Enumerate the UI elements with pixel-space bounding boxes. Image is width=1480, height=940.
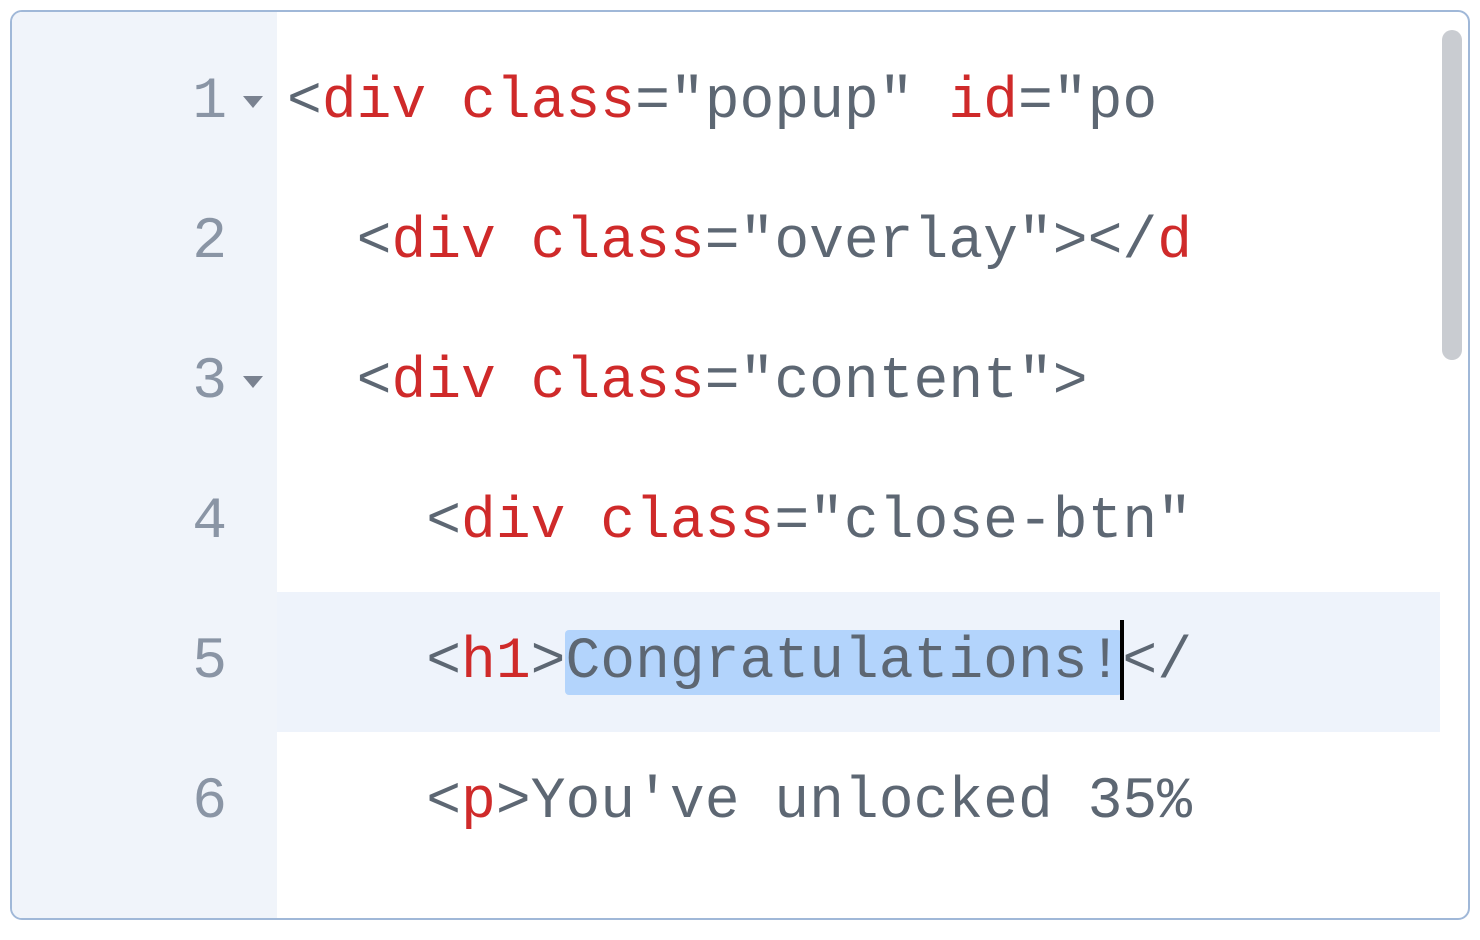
code-token: < — [357, 350, 392, 415]
code-token: = — [1018, 70, 1053, 135]
code-line[interactable]: <p>You've unlocked 35% — [277, 732, 1440, 872]
code-token: "content" — [740, 350, 1053, 415]
line-number[interactable]: 1 — [12, 32, 277, 172]
code-token: class — [531, 350, 705, 415]
line-number-text: 5 — [192, 630, 227, 695]
code-token: > — [1053, 210, 1088, 275]
code-token: "close-btn" — [809, 490, 1192, 555]
line-number-text: 4 — [192, 490, 227, 555]
code-line[interactable]: <div class="overlay"></d — [277, 172, 1440, 312]
code-token — [914, 70, 949, 135]
vertical-scrollbar[interactable] — [1442, 30, 1462, 360]
line-number[interactable]: 6 — [12, 732, 277, 872]
line-number-text: 6 — [192, 770, 227, 835]
code-token: h1 — [461, 630, 531, 695]
code-token: "overlay" — [740, 210, 1053, 275]
code-area[interactable]: <div class="popup" id="po <div class="ov… — [277, 12, 1440, 918]
line-number-text: 3 — [192, 350, 227, 415]
code-line[interactable]: <div class="popup" id="po — [277, 32, 1440, 172]
code-line[interactable]: <div class="close-btn" — [277, 452, 1440, 592]
code-token: div — [322, 70, 426, 135]
code-token: > — [1053, 350, 1088, 415]
code-token: < — [287, 70, 322, 135]
line-number[interactable]: 2 — [12, 172, 277, 312]
code-token: > — [496, 770, 531, 835]
code-token — [565, 490, 600, 555]
line-number-text: 1 — [192, 70, 227, 135]
code-token: = — [705, 350, 740, 415]
code-token: div — [461, 490, 565, 555]
line-number[interactable]: 4 — [12, 452, 277, 592]
code-token: / — [1157, 630, 1192, 695]
code-token: Congratulations! — [565, 630, 1122, 695]
code-token: < — [426, 490, 461, 555]
code-token: d — [1157, 210, 1192, 275]
code-line[interactable]: <div class="content"> — [277, 312, 1440, 452]
code-token: p — [461, 770, 496, 835]
code-token: You've unlocked 35% — [531, 770, 1192, 835]
fold-toggle-icon[interactable] — [243, 96, 263, 108]
code-token: div — [391, 350, 495, 415]
code-token — [496, 210, 531, 275]
line-number[interactable]: 5 — [12, 592, 277, 732]
code-token: < — [426, 770, 461, 835]
code-token: class — [531, 210, 705, 275]
fold-toggle-icon[interactable] — [243, 376, 263, 388]
code-token: class — [461, 70, 635, 135]
code-token: = — [774, 490, 809, 555]
code-token: < — [357, 210, 392, 275]
gutter: 1 2 3 4 5 6 — [12, 12, 277, 918]
code-token: < — [1122, 630, 1157, 695]
code-line-active[interactable]: <h1>Congratulations!</ — [277, 592, 1440, 732]
code-token: > — [531, 630, 566, 695]
text-cursor — [1120, 620, 1124, 700]
code-editor[interactable]: 1 2 3 4 5 6 <div class="popup" id="po <d… — [10, 10, 1470, 920]
code-token: id — [948, 70, 1018, 135]
line-number-text: 2 — [192, 210, 227, 275]
code-token: "po — [1053, 70, 1157, 135]
code-token — [496, 350, 531, 415]
code-token: div — [391, 210, 495, 275]
code-token: = — [705, 210, 740, 275]
code-token: </ — [1088, 210, 1158, 275]
text-selection: Congratulations! — [565, 630, 1122, 695]
code-token — [426, 70, 461, 135]
code-token: < — [426, 630, 461, 695]
code-token: class — [600, 490, 774, 555]
code-token: "popup" — [670, 70, 914, 135]
line-number[interactable]: 3 — [12, 312, 277, 452]
code-token: = — [635, 70, 670, 135]
